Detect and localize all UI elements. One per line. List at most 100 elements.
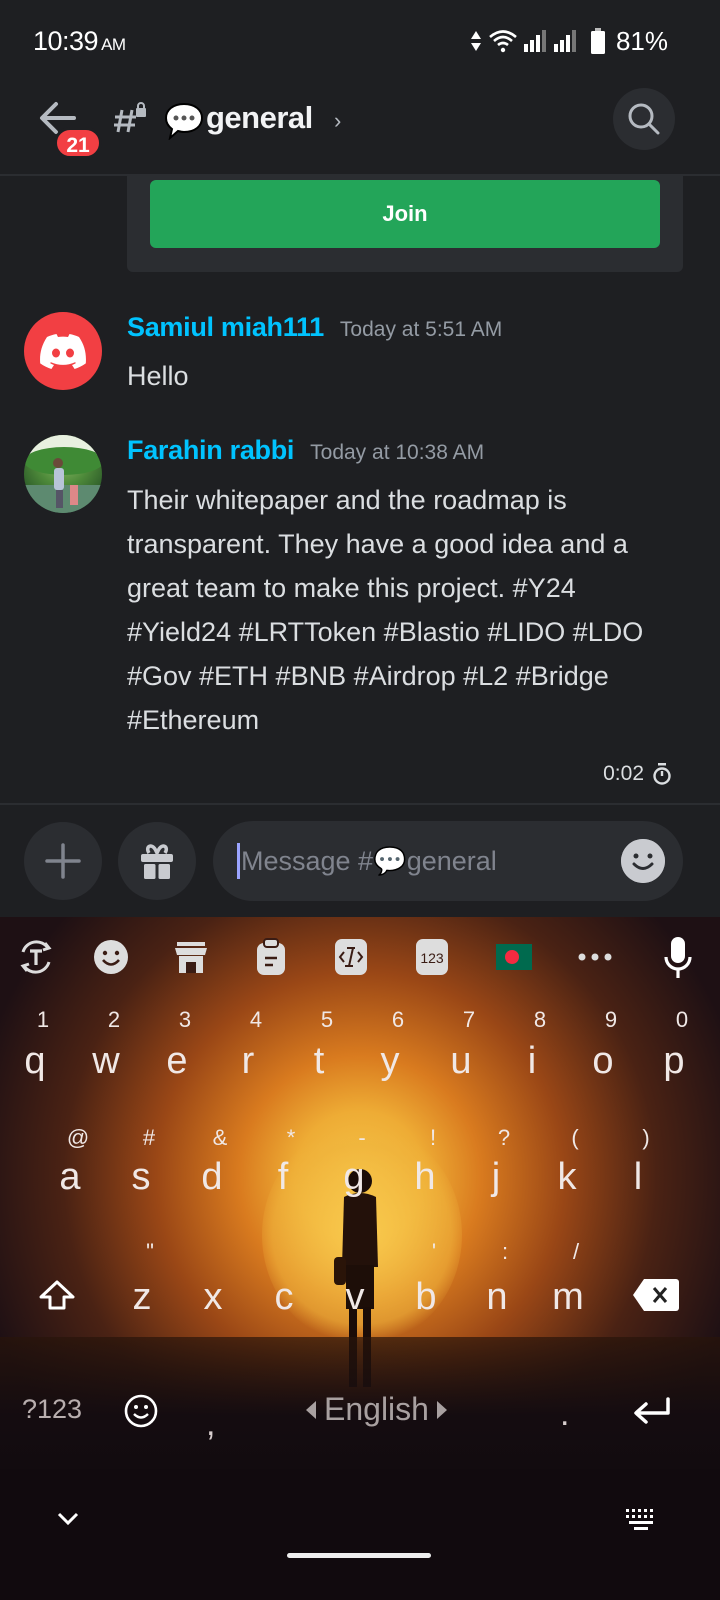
store-icon[interactable] — [169, 933, 213, 981]
bangladesh-flag-icon[interactable] — [492, 933, 536, 981]
key-j[interactable]: j — [461, 1153, 531, 1201]
unread-badge: 21 — [54, 127, 102, 159]
key-l[interactable]: l — [603, 1153, 673, 1201]
invite-embed: Join — [127, 176, 683, 272]
status-icons: 81% — [470, 26, 668, 56]
emoji-key[interactable] — [124, 1394, 158, 1433]
period-key[interactable]: . — [560, 1395, 569, 1434]
key-i[interactable]: i — [497, 1037, 567, 1085]
enter-key[interactable] — [632, 1397, 672, 1432]
key-s[interactable]: s — [106, 1153, 176, 1201]
key-hint: 3 — [178, 1007, 192, 1032]
key-v[interactable]: v — [320, 1273, 390, 1321]
key-z[interactable]: z — [107, 1273, 177, 1321]
key-hint: 6 — [391, 1007, 405, 1032]
key-hint: * — [286, 1125, 296, 1150]
battery-icon — [590, 28, 605, 54]
mic-icon[interactable] — [656, 933, 700, 981]
more-icon[interactable] — [573, 933, 617, 981]
key-hint: ( — [571, 1125, 579, 1150]
key-t[interactable]: t — [284, 1037, 354, 1085]
emoji-picker-button[interactable] — [621, 839, 665, 883]
signal-icon — [553, 30, 576, 52]
key-e[interactable]: e — [142, 1037, 212, 1085]
sticker-icon[interactable] — [89, 933, 133, 981]
key-r[interactable]: r — [213, 1037, 283, 1085]
enter-icon — [634, 1397, 670, 1424]
username[interactable]: Farahin rabbi — [127, 435, 294, 466]
text-edit-icon[interactable] — [329, 933, 373, 981]
shift-key[interactable] — [38, 1279, 76, 1316]
smiley-icon — [621, 839, 665, 883]
key-hint: 5 — [320, 1007, 334, 1032]
key-y[interactable]: y — [355, 1037, 425, 1085]
stopwatch-icon — [653, 763, 671, 785]
timestamp: Today at 10:38 AM — [310, 441, 485, 464]
key-m[interactable]: m — [533, 1273, 603, 1321]
key-f[interactable]: f — [248, 1153, 318, 1201]
backspace-key[interactable] — [632, 1278, 680, 1317]
numpad-icon[interactable]: 123 — [410, 933, 454, 981]
switch-keyboard-button[interactable] — [626, 1509, 656, 1536]
search-icon — [628, 103, 660, 135]
symbols-key[interactable]: ?123 — [22, 1394, 82, 1425]
discord-logo-icon — [40, 334, 86, 369]
home-gesture-pill[interactable] — [287, 1553, 431, 1558]
message-header: Farahin rabbi Today at 10:38 AM — [127, 435, 484, 466]
key-c[interactable]: c — [249, 1273, 319, 1321]
key-g[interactable]: g — [319, 1153, 389, 1201]
timestamp: Today at 5:51 AM — [339, 318, 503, 341]
translate-icon[interactable] — [14, 933, 58, 981]
caret-left-icon — [306, 1400, 316, 1419]
key-hint: 8 — [533, 1007, 547, 1032]
key-hint: 9 — [604, 1007, 618, 1032]
status-bar: 10:39 AM 81% — [0, 0, 720, 84]
keyboard-icon — [626, 1509, 653, 1530]
chevron-right-icon[interactable]: › — [334, 108, 341, 134]
text-caret — [237, 843, 240, 879]
key-b[interactable]: b — [391, 1273, 461, 1321]
key-hint: " — [146, 1239, 154, 1264]
attach-button[interactable] — [24, 822, 102, 900]
key-d[interactable]: d — [177, 1153, 247, 1201]
slowmode-timer: 0:02 — [603, 762, 672, 786]
key-h[interactable]: h — [390, 1153, 460, 1201]
key-hint: 1 — [36, 1007, 50, 1032]
hide-keyboard-button[interactable] — [56, 1511, 80, 1532]
key-w[interactable]: w — [71, 1037, 141, 1085]
key-n[interactable]: n — [462, 1273, 532, 1321]
channel-header: 21 general › — [0, 84, 720, 176]
key-o[interactable]: o — [568, 1037, 638, 1085]
key-k[interactable]: k — [532, 1153, 602, 1201]
key-hint: ? — [497, 1125, 511, 1150]
key-hint: 4 — [249, 1007, 263, 1032]
clock-time: 10:39 — [33, 26, 99, 56]
gift-button[interactable] — [118, 822, 196, 900]
username[interactable]: Samiul miah111 — [127, 312, 324, 343]
key-q[interactable]: q — [0, 1037, 70, 1085]
message-input-container[interactable] — [213, 821, 683, 901]
status-time: 10:39 AM — [33, 26, 126, 57]
clock-ampm: AM — [101, 35, 126, 54]
space-key[interactable]: English — [306, 1391, 447, 1428]
key-hint: 0 — [675, 1007, 689, 1032]
plus-icon — [45, 843, 81, 879]
key-x[interactable]: x — [178, 1273, 248, 1321]
search-button[interactable] — [613, 88, 675, 150]
key-a[interactable]: a — [35, 1153, 105, 1201]
avatar[interactable] — [24, 312, 102, 390]
key-hint: ! — [429, 1125, 437, 1150]
join-button[interactable]: Join — [150, 180, 660, 248]
message-input[interactable] — [241, 821, 601, 901]
battery-percent: 81% — [615, 25, 668, 56]
clipboard-icon[interactable] — [249, 933, 293, 981]
avatar[interactable] — [24, 435, 102, 513]
key-p[interactable]: p — [639, 1037, 709, 1085]
comma-key[interactable]: , — [206, 1405, 215, 1444]
key-hint: ) — [642, 1125, 650, 1150]
data-arrows-icon — [470, 31, 481, 51]
message-list[interactable]: Join Samiul miah111 Today at 5:51 AM Hel… — [0, 176, 720, 803]
key-u[interactable]: u — [426, 1037, 496, 1085]
channel-name[interactable]: general — [206, 100, 313, 136]
slowmode-countdown: 0:02 — [603, 762, 644, 785]
